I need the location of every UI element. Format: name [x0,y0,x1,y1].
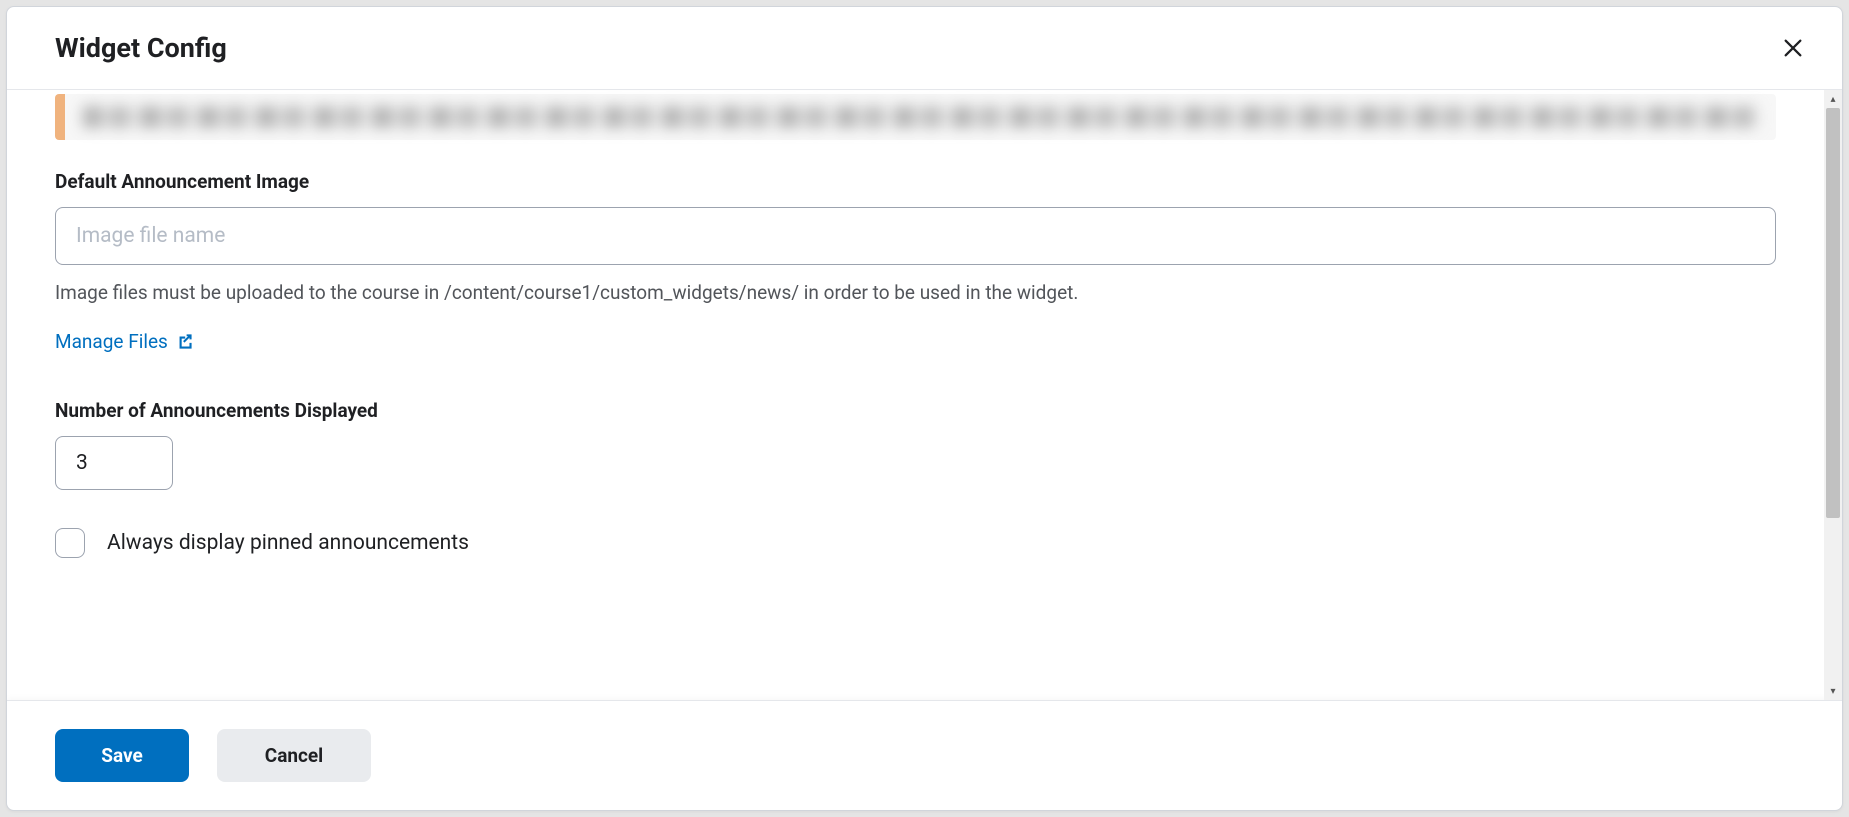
external-link-icon [176,333,193,350]
close-icon [1782,37,1804,59]
modal-title: Widget Config [55,32,227,64]
default-image-label: Default Announcement Image [55,170,1776,193]
modal-header: Widget Config [7,7,1842,90]
notice-box [55,94,1776,140]
num-announcements-label: Number of Announcements Displayed [55,399,1776,422]
cancel-button[interactable]: Cancel [217,729,371,782]
default-image-help-text: Image files must be uploaded to the cour… [55,279,1776,308]
scroll-up-arrow[interactable]: ▴ [1824,90,1842,108]
obscured-text [83,106,1758,128]
manage-files-link[interactable]: Manage Files [55,330,193,353]
scroll-thumb[interactable] [1826,108,1840,518]
modal-footer: Save Cancel [7,700,1842,810]
save-button[interactable]: Save [55,729,189,782]
num-announcements-input[interactable] [55,436,173,490]
always-pinned-checkbox[interactable] [55,528,85,558]
modal-body: Default Announcement Image Image files m… [7,90,1824,700]
always-pinned-row: Always display pinned announcements [55,528,1776,558]
manage-files-row: Manage Files [55,330,1776,353]
always-pinned-label: Always display pinned announcements [107,531,469,555]
scroll-down-arrow[interactable]: ▾ [1824,682,1842,700]
close-button[interactable] [1774,29,1812,67]
manage-files-link-label: Manage Files [55,330,168,353]
widget-config-modal: Widget Config Default Announcement Image… [6,6,1843,811]
scrollbar[interactable]: ▴ ▾ [1824,90,1842,700]
modal-body-wrapper: Default Announcement Image Image files m… [7,90,1842,700]
default-image-input[interactable] [55,207,1776,265]
